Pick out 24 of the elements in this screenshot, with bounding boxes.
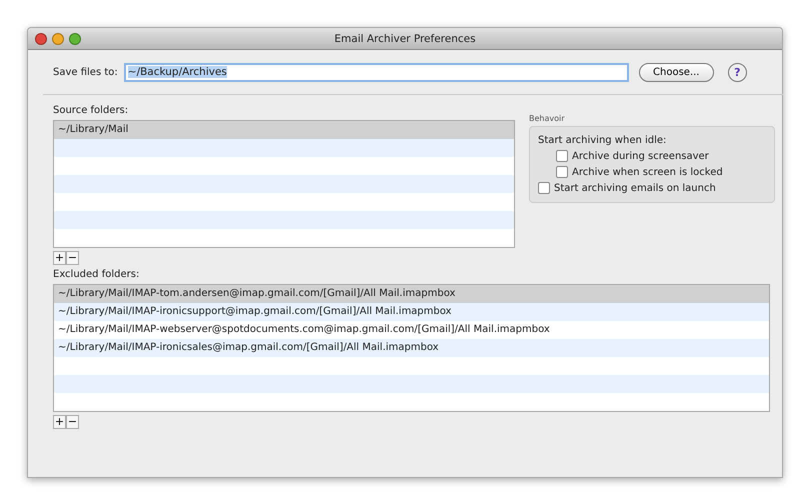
zoom-icon[interactable] (69, 32, 81, 44)
checkbox[interactable] (556, 150, 568, 162)
folder-row[interactable]: ~/Library/Mail (54, 121, 514, 139)
save-label: Save files to: (53, 66, 118, 78)
checkbox-label[interactable]: Archive when screen is locked (572, 166, 723, 178)
excluded-label: Excluded folders: (53, 269, 140, 280)
checkbox-label[interactable]: Start archiving emails on launch (554, 182, 716, 194)
window-title: Email Archiver Preferences (334, 32, 476, 44)
path-field[interactable]: ~/Backup/Archives (124, 62, 629, 82)
minimize-icon[interactable] (52, 32, 64, 44)
group-title: Behavoir (529, 114, 566, 123)
checkbox[interactable] (556, 166, 568, 178)
add-button[interactable]: + (53, 415, 66, 429)
add-button[interactable]: + (53, 251, 66, 265)
folder-row[interactable]: ~/Library/Mail/IMAP-tom.andersen@imap.gmail.com/[Gmail]/All Mail.imapmbox (54, 285, 769, 303)
checkbox-label[interactable]: Archive during screensaver (572, 150, 709, 162)
close-icon[interactable] (35, 32, 47, 44)
choose-button[interactable]: Choose... (638, 62, 714, 82)
checkbox[interactable] (538, 182, 550, 194)
remove-button[interactable]: − (66, 415, 79, 429)
idle-label: Start archiving when idle: (538, 135, 668, 146)
remove-button[interactable]: − (66, 251, 79, 265)
help-button[interactable]: ? (728, 62, 747, 82)
source-label: Source folders: (53, 105, 130, 116)
